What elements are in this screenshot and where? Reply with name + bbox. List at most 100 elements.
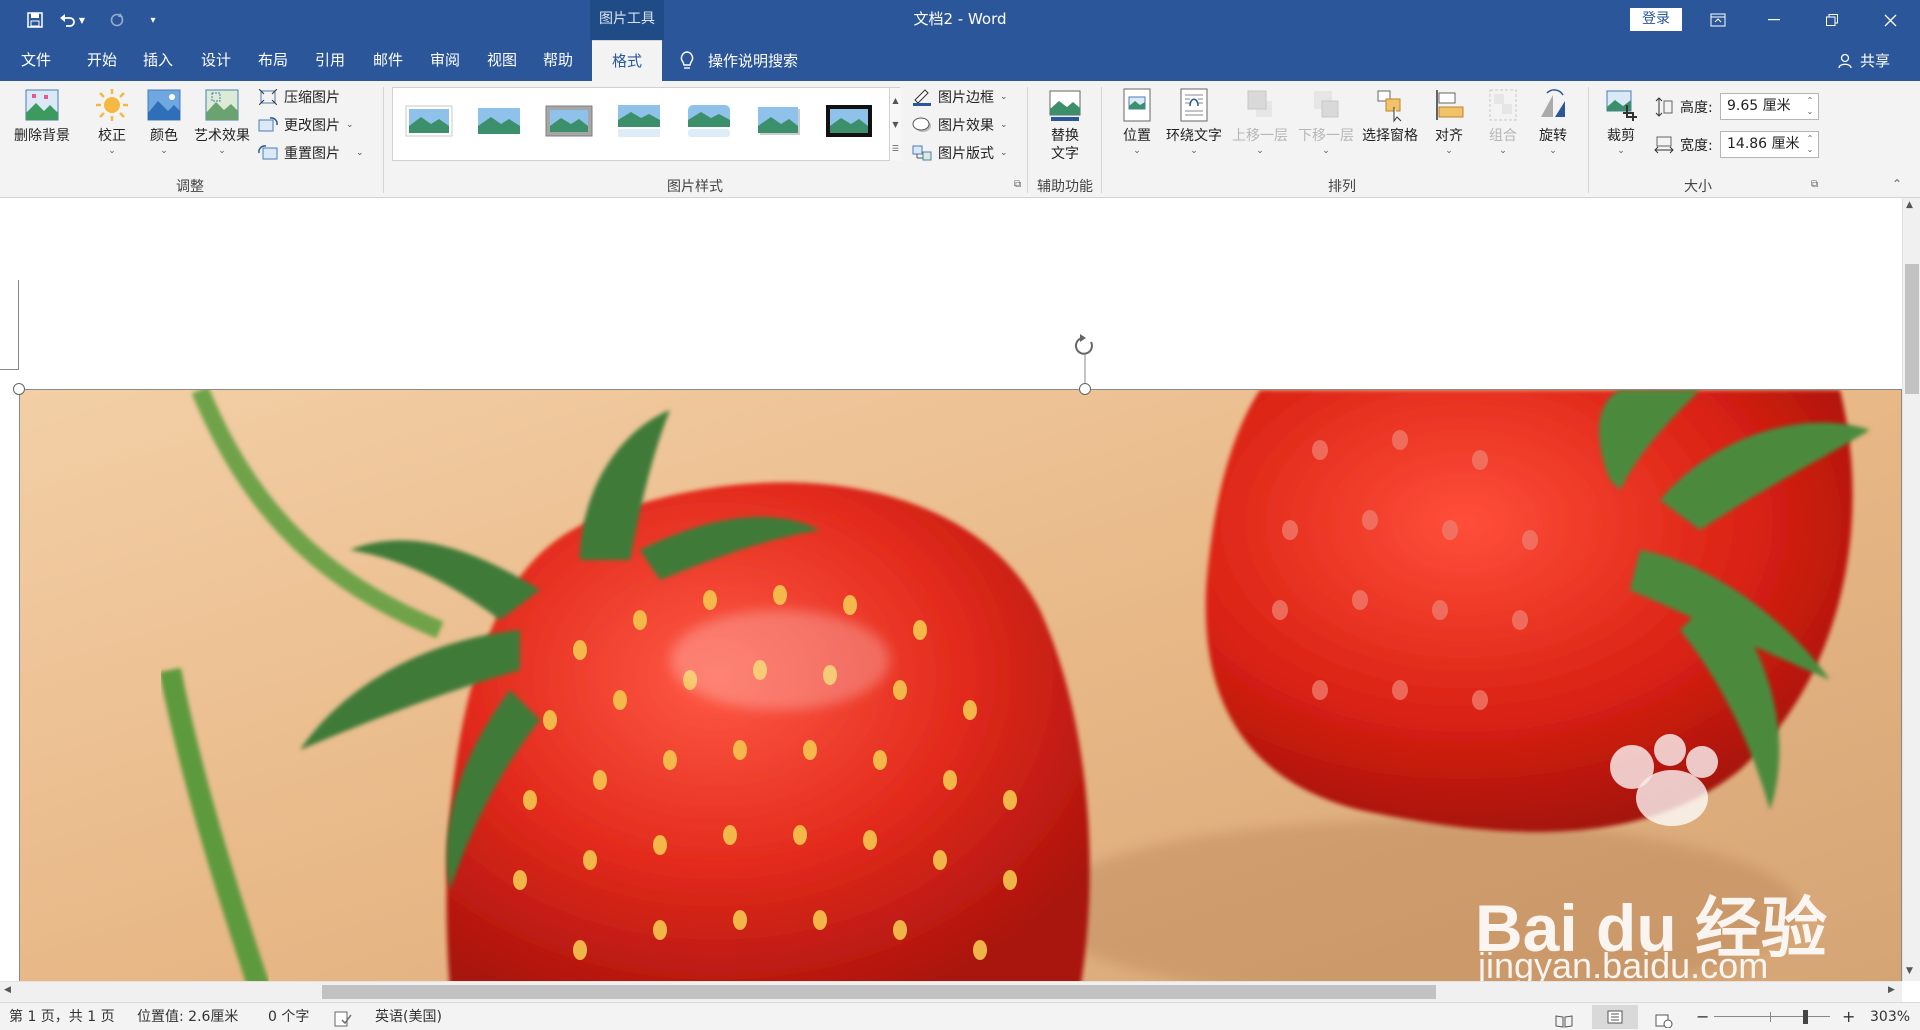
tab-file[interactable]: 文件 [8, 40, 64, 81]
undo-icon[interactable]: ▼ [52, 0, 92, 40]
bring-forward-button[interactable]: 上移一层 ⌄ [1228, 87, 1292, 157]
web-layout-icon[interactable] [1655, 1010, 1673, 1029]
spin-arrows-icon[interactable]: ⌃ ⌄ [1804, 95, 1816, 117]
style-thumb-drop-shadow[interactable] [755, 102, 803, 140]
change-picture-label: 更改图片 [284, 118, 340, 134]
width-input[interactable]: 14.86 厘米 ⌃ ⌄ [1720, 131, 1819, 158]
tab-references[interactable]: 引用 [302, 40, 358, 81]
change-picture-button[interactable]: 更改图片 ⌄ [258, 113, 354, 137]
selected-picture[interactable]: Bai du 经验 jingyan.baidu.com [19, 389, 1902, 981]
wrap-text-button[interactable]: 环绕文字 ⌄ [1162, 87, 1226, 157]
zoom-out-icon[interactable]: − [1696, 1003, 1709, 1030]
style-thumb-black-frame[interactable] [825, 102, 873, 140]
zoom-level[interactable]: 303% [1870, 1003, 1910, 1030]
dialog-launcher-icon[interactable]: ⧉ [1014, 179, 1021, 190]
style-thumb-soft-edge[interactable] [475, 102, 523, 140]
zoom-slider-thumb[interactable] [1803, 1010, 1808, 1024]
style-thumb-rounded-reflected[interactable] [685, 102, 733, 140]
gallery-scroll-down-icon[interactable]: ▼ [889, 112, 901, 136]
gallery-more-icon[interactable]: ☰ [889, 136, 901, 161]
document-canvas[interactable]: Bai du 经验 jingyan.baidu.com [0, 198, 1902, 981]
horizontal-scroll-thumb[interactable] [322, 985, 1436, 999]
selection-pane-button[interactable]: 选择窗格 [1358, 87, 1422, 145]
corrections-button[interactable]: 校正 ⌄ [88, 87, 136, 157]
adjust-group-label: 调整 [176, 179, 204, 195]
gallery-scroll-up-icon[interactable]: ▲ [889, 88, 901, 112]
rotate-button[interactable]: 旋转 ⌄ [1530, 87, 1576, 157]
crop-button[interactable]: 裁剪 ⌄ [1598, 87, 1644, 157]
tab-layout[interactable]: 布局 [245, 40, 301, 81]
horizontal-scrollbar[interactable]: ◀ ▶ [0, 981, 1902, 1002]
language-status[interactable]: 英语(美国) [375, 1003, 442, 1030]
tab-home[interactable]: 开始 [74, 40, 130, 81]
share-button[interactable]: 共享 [1838, 40, 1890, 81]
color-button[interactable]: 颜色 ⌄ [140, 87, 188, 157]
ribbon-display-options-icon[interactable] [1690, 0, 1746, 40]
vertical-position-status[interactable]: 位置值: 2.6厘米 [137, 1003, 238, 1030]
position-button[interactable]: 位置 ⌄ [1112, 87, 1162, 157]
picture-border-button[interactable]: 图片边框 ⌄ [912, 85, 1008, 109]
selection-pane-icon [1372, 87, 1408, 123]
collapse-ribbon-icon[interactable]: ⌃ [1892, 177, 1902, 191]
color-label: 颜色 [150, 128, 178, 144]
zoom-slider-track[interactable] [1714, 1016, 1830, 1017]
compress-pictures-button[interactable]: 压缩图片 [258, 85, 340, 109]
scroll-left-icon[interactable]: ◀ [4, 985, 11, 995]
tab-design[interactable]: 设计 [188, 40, 244, 81]
close-icon[interactable] [1862, 0, 1918, 40]
tab-mailings[interactable]: 邮件 [360, 40, 416, 81]
alt-text-button[interactable]: 替换文字 [1038, 87, 1092, 163]
height-input[interactable]: 9.65 厘米 ⌃ ⌄ [1720, 93, 1819, 120]
read-mode-icon[interactable] [1555, 1010, 1573, 1028]
picture-styles-gallery[interactable]: ▲ ▼ ☰ [392, 87, 901, 161]
resize-handle-top-middle[interactable] [1079, 383, 1091, 395]
picture-layout-label: 图片版式 [938, 146, 994, 162]
print-layout-icon[interactable] [1592, 1005, 1638, 1029]
tab-view[interactable]: 视图 [474, 40, 530, 81]
align-button[interactable]: 对齐 ⌄ [1426, 87, 1472, 157]
picture-tools-context-label: 图片工具 [590, 0, 664, 40]
accessibility-group-label: 辅助功能 [1037, 179, 1093, 195]
login-button[interactable]: 登录 [1630, 8, 1682, 31]
dialog-launcher-icon[interactable]: ⧉ [1811, 179, 1818, 190]
tab-format[interactable]: 格式 [592, 40, 662, 81]
reset-picture-button[interactable]: 重置图片 ⌄ [258, 141, 364, 165]
spin-arrows-icon[interactable]: ⌃ ⌄ [1804, 133, 1816, 155]
redo-icon[interactable] [100, 0, 134, 40]
ribbon-tabs: 文件 开始 插入 设计 布局 引用 邮件 审阅 视图 帮助 格式 操作说明搜索 … [0, 40, 1920, 81]
style-thumb-simple-frame[interactable] [405, 102, 453, 140]
group-button[interactable]: 组合 ⌄ [1480, 87, 1526, 157]
zoom-in-icon[interactable]: + [1842, 1003, 1855, 1030]
tell-me-search[interactable]: 操作说明搜索 [680, 40, 798, 81]
tab-insert[interactable]: 插入 [130, 40, 186, 81]
customize-qat-icon[interactable]: ▾ [136, 0, 170, 40]
word-count-status[interactable]: 0 个字 [268, 1003, 309, 1030]
page-count-status[interactable]: 第 1 页，共 1 页 [9, 1003, 115, 1030]
crop-label: 裁剪 [1607, 128, 1635, 144]
scroll-down-icon[interactable]: ▼ [1906, 966, 1913, 976]
tab-review[interactable]: 审阅 [417, 40, 473, 81]
picture-layout-button[interactable]: 图片版式 ⌄ [912, 141, 1008, 165]
minimize-icon[interactable] [1746, 0, 1802, 40]
picture-border-label: 图片边框 [938, 90, 994, 106]
picture-effects-button[interactable]: 图片效果 ⌄ [912, 113, 1008, 137]
rotate-handle-icon[interactable] [1070, 332, 1100, 388]
group-separator [1101, 87, 1102, 193]
scroll-up-icon[interactable]: ▲ [1906, 200, 1913, 210]
proofing-icon[interactable] [334, 1009, 352, 1027]
vertical-scroll-thumb[interactable] [1905, 264, 1919, 394]
width-icon [1654, 136, 1674, 154]
remove-background-button[interactable]: 删除背景 [8, 87, 76, 145]
style-thumb-metal-frame[interactable] [545, 102, 593, 140]
vertical-scrollbar[interactable]: ▲ ▼ [1902, 198, 1920, 981]
tab-help[interactable]: 帮助 [530, 40, 586, 81]
restore-icon[interactable] [1804, 0, 1860, 40]
rotate-label: 旋转 [1539, 128, 1567, 144]
save-icon[interactable] [18, 0, 52, 40]
width-row: 宽度: [1654, 133, 1713, 157]
scroll-right-icon[interactable]: ▶ [1888, 985, 1895, 995]
send-backward-button[interactable]: 下移一层 ⌄ [1294, 87, 1358, 157]
style-thumb-reflected[interactable] [615, 102, 663, 140]
resize-handle-top-left[interactable] [13, 383, 25, 395]
artistic-effects-button[interactable]: 艺术效果 ⌄ [190, 87, 254, 157]
